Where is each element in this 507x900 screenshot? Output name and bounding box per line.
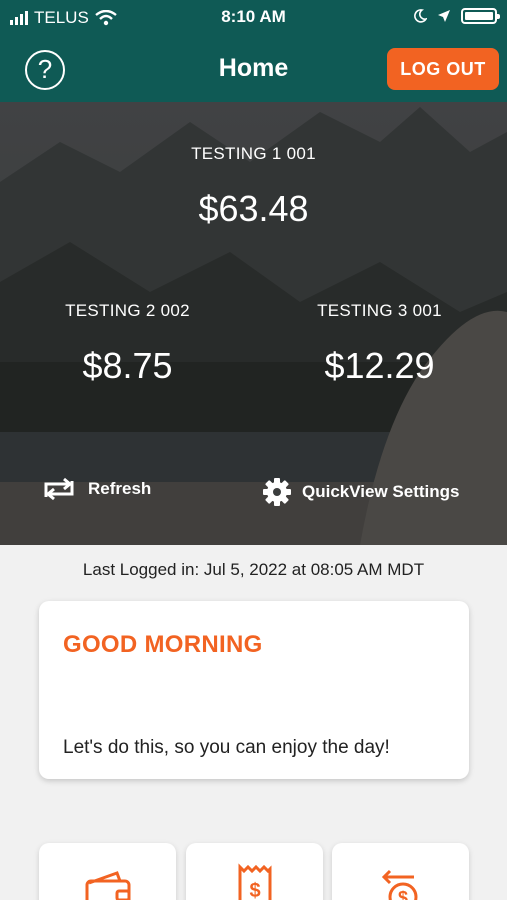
svg-text:$: $ xyxy=(397,888,407,900)
transfer-tile[interactable]: $ xyxy=(332,843,469,900)
location-arrow-icon xyxy=(438,10,450,22)
refresh-icon xyxy=(44,477,74,501)
greeting-title: GOOD MORNING xyxy=(63,631,263,658)
wallet-tile[interactable] xyxy=(39,843,176,900)
account-balance: $63.48 xyxy=(198,188,309,229)
battery-icon xyxy=(461,8,500,24)
last-logged-text: Last Logged in: Jul 5, 2022 at 08:05 AM … xyxy=(82,560,425,579)
account-card-2[interactable]: TESTING 2 002 $8.75 xyxy=(30,301,225,387)
account-name: TESTING 2 002 xyxy=(65,301,190,320)
account-card-3[interactable]: TESTING 3 001 $12.29 xyxy=(282,301,477,387)
refresh-label: Refresh xyxy=(88,479,152,498)
quickview-settings-label: QuickView Settings xyxy=(302,482,460,501)
wallet-icon xyxy=(85,871,130,900)
status-right xyxy=(413,8,500,24)
svg-text:$: $ xyxy=(249,880,260,900)
greeting-message: Let's do this, so you can enjoy the day! xyxy=(63,737,390,758)
app-header: ? Home LOG OUT xyxy=(0,36,507,102)
quickview-hero: TESTING 1 001 $63.48 TESTING 2 002 $8.75… xyxy=(0,102,507,545)
logout-button[interactable]: LOG OUT xyxy=(387,48,499,90)
receipt-tile[interactable]: $ xyxy=(186,843,323,900)
account-name: TESTING 1 001 xyxy=(191,144,316,163)
gear-icon xyxy=(263,478,291,506)
quickview-settings-button[interactable]: QuickView Settings xyxy=(262,477,459,507)
account-card-1[interactable]: TESTING 1 001 $63.48 xyxy=(0,144,507,230)
moon-icon xyxy=(414,9,427,23)
status-bar: TELUS 8:10 AM xyxy=(0,0,507,34)
receipt-dollar-icon: $ xyxy=(238,863,271,900)
account-balance: $8.75 xyxy=(82,345,173,386)
greeting-card: GOOD MORNING Let's do this, so you can e… xyxy=(39,601,469,779)
refresh-button[interactable]: Refresh xyxy=(40,477,151,501)
account-name: TESTING 3 001 xyxy=(317,301,442,320)
top-bar: TELUS 8:10 AM ? Home LOG OUT xyxy=(0,0,507,102)
account-balance: $12.29 xyxy=(324,345,435,386)
hero-actions: Refresh QuickView Settings xyxy=(0,477,507,517)
transfer-dollar-icon: $ xyxy=(381,869,417,900)
